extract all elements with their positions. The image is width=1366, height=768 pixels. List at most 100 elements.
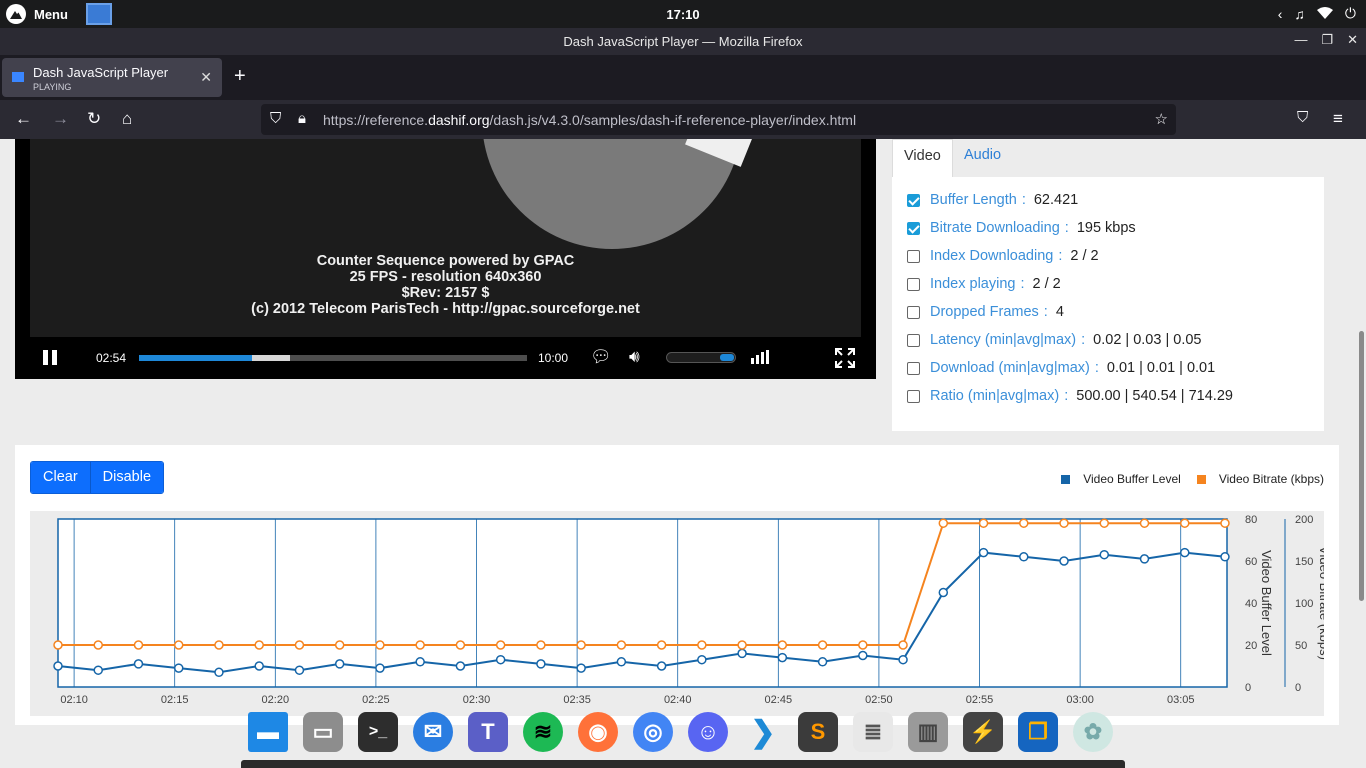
stat-separator: : (1021, 192, 1026, 208)
restore-icon[interactable]: ❐ (1321, 32, 1333, 48)
x-tick-label: 03:05 (1167, 694, 1195, 706)
bitrate-list-icon[interactable] (751, 349, 769, 369)
clock[interactable]: 17:10 (0, 7, 1366, 22)
shield-icon[interactable]: ⛉ (270, 110, 281, 127)
volume-slider[interactable] (666, 352, 736, 363)
stat-separator: : (1043, 304, 1048, 320)
y-right-tick-label: 150 (1295, 556, 1313, 568)
stat-checkbox[interactable] (907, 305, 920, 319)
minimize-icon[interactable]: — (1294, 32, 1307, 48)
close-tab-icon[interactable]: ✕ (200, 69, 212, 86)
x-tick-label: 02:20 (262, 694, 290, 706)
stat-value: 62.421 (1033, 192, 1079, 208)
bitrate-point (495, 640, 506, 650)
scrollbar-thumb[interactable] (1359, 331, 1364, 601)
spotify-icon[interactable]: ≋ (523, 712, 563, 752)
stat-label: Index Downloading (930, 248, 1054, 264)
video-frame[interactable]: Counter Sequence powered by GPAC 25 FPS … (30, 139, 861, 337)
video-controls: 02:54 10:00 💬︎ 🔊︎ (30, 339, 876, 377)
sublime-icon[interactable]: S (798, 712, 838, 752)
stat-checkbox[interactable] (907, 193, 920, 207)
buffer-level-point (898, 654, 908, 665)
vscode-icon[interactable]: ❯ (743, 712, 783, 752)
buffer-level-point (737, 648, 747, 659)
page-scrollbar[interactable] (1357, 139, 1366, 768)
chromium-icon[interactable]: ◎ (633, 712, 673, 752)
bookmark-star-icon[interactable]: ☆ (1155, 110, 1168, 128)
stat-checkbox[interactable] (907, 389, 920, 403)
teams-icon[interactable]: T (468, 712, 508, 752)
power-icon[interactable]: ⏻ (1345, 5, 1356, 22)
legend-swatch-buffer (1061, 474, 1071, 484)
buffer-level-point (536, 659, 546, 669)
legend-item-bitrate[interactable]: Video Bitrate (kbps) (1196, 472, 1324, 486)
buffer-level-point (858, 650, 868, 661)
clear-button[interactable]: Clear (31, 462, 90, 493)
stat-label: Latency (min|avg|max) (930, 332, 1077, 348)
stat-value: 4 (1055, 304, 1064, 320)
hamburger-menu-icon[interactable]: ≡ (1333, 109, 1343, 129)
discord-icon[interactable]: ☺ (688, 712, 728, 752)
wine-icon[interactable]: ⚡ (963, 712, 1003, 752)
stat-row: Bitrate Downloading:195 kbps (907, 218, 1136, 238)
pause-icon[interactable] (43, 350, 58, 365)
text-editor-icon[interactable]: ≣ (853, 712, 893, 752)
bitrate-point (616, 640, 627, 650)
volume-icon[interactable]: 🔊︎ (629, 347, 640, 367)
stat-separator: : (1094, 360, 1099, 376)
disable-button[interactable]: Disable (89, 462, 164, 493)
stat-checkbox[interactable] (907, 361, 920, 375)
buffer-level-point (334, 659, 345, 669)
url-bar[interactable]: ⛉ 🔒︎ https://reference.dashif.org/dash.j… (261, 104, 1176, 135)
legend-item-buffer[interactable]: Video Buffer Level (1061, 472, 1181, 486)
firefox-icon[interactable]: ◉ (578, 712, 618, 752)
buffer-level-point (455, 661, 466, 671)
bitrate-point (858, 640, 868, 650)
stat-row: Dropped Frames:4 (907, 302, 1064, 322)
x-tick-label: 02:55 (966, 694, 994, 706)
wifi-icon[interactable] (1316, 6, 1333, 22)
desktop-icon[interactable]: ▬ (248, 712, 288, 752)
trash-icon[interactable]: ▥ (908, 712, 948, 752)
video-player[interactable]: Counter Sequence powered by GPAC 25 FPS … (15, 139, 876, 379)
y-left-tick-label: 20 (1245, 640, 1257, 652)
bitrate-point (173, 640, 184, 650)
stat-value: 0.01 | 0.01 | 0.01 (1106, 360, 1216, 376)
buffer-level-point (1059, 556, 1069, 566)
url-text[interactable]: https://reference.dashif.org/dash.js/v4.… (323, 112, 856, 128)
bitrate-point (737, 640, 747, 650)
close-window-icon[interactable]: ✕ (1347, 32, 1358, 48)
stat-checkbox[interactable] (907, 277, 920, 291)
stat-checkbox[interactable] (907, 249, 920, 263)
bottom-panel-edge (241, 760, 1125, 768)
pocket-icon[interactable]: ⛉ (1297, 109, 1308, 126)
lock-icon[interactable]: 🔒︎ (298, 110, 306, 127)
stat-value: 2 / 2 (1032, 276, 1061, 292)
bitrate-point (1139, 518, 1150, 528)
y-right-tick-label: 200 (1295, 514, 1313, 526)
fullscreen-icon[interactable] (835, 348, 855, 373)
seek-bar[interactable] (139, 355, 527, 361)
stat-checkbox[interactable] (907, 221, 920, 235)
reload-icon[interactable]: ↻ (87, 109, 101, 129)
tab-audio[interactable]: Audio (953, 139, 1012, 177)
music-icon[interactable]: ♫ (1294, 6, 1305, 22)
chevron-left-icon[interactable]: ‹ (1278, 6, 1283, 22)
stat-separator: : (1081, 332, 1086, 348)
files-icon[interactable]: ▭ (303, 712, 343, 752)
new-tab-icon[interactable]: + (234, 65, 246, 88)
captions-icon[interactable]: 💬︎ (590, 347, 612, 367)
virtualbox-icon[interactable]: ❐ (1018, 712, 1058, 752)
x-tick-label: 02:30 (463, 694, 491, 706)
stat-separator: : (1020, 276, 1025, 292)
forward-icon[interactable]: → (52, 109, 69, 129)
settings-icon[interactable]: ✿ (1073, 712, 1113, 752)
stat-checkbox[interactable] (907, 333, 920, 347)
tab-video[interactable]: Video (892, 139, 953, 177)
home-icon[interactable]: ⌂ (122, 109, 132, 129)
back-icon[interactable]: ← (15, 109, 32, 129)
thunderbird-icon[interactable]: ✉ (413, 712, 453, 752)
browser-tab[interactable]: Dash JavaScript Player PLAYING ✕ (2, 58, 222, 97)
terminal-icon[interactable]: >_ (358, 712, 398, 752)
bitrate-point (455, 640, 466, 650)
